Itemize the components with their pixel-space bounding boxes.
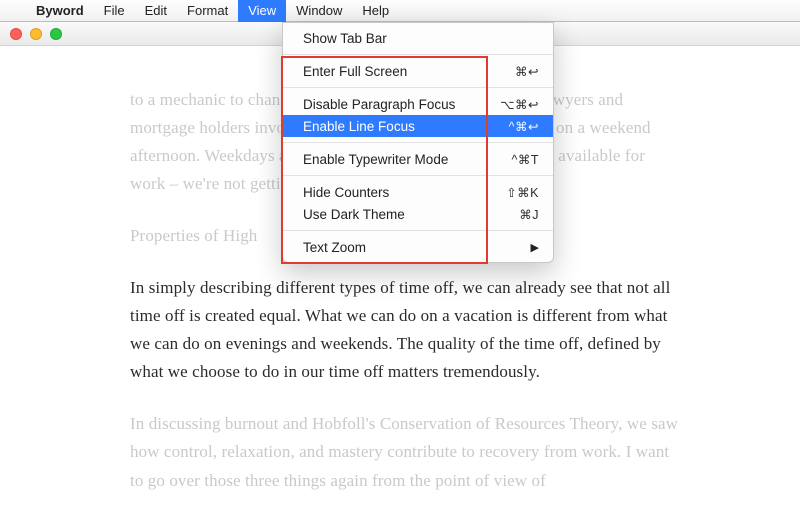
document-paragraph-4: In discussing burnout and Hobfoll's Cons… [130,410,680,494]
menubar-item-window[interactable]: Window [286,0,352,22]
menu-item-shortcut: ⌘↩ [515,64,539,79]
menu-separator [283,175,553,176]
menubar-item-help[interactable]: Help [352,0,399,22]
menubar-item-edit[interactable]: Edit [135,0,177,22]
menu-item-hide-counters[interactable]: Hide Counters ⇧⌘K [283,181,553,203]
menu-item-label: Use Dark Theme [303,207,519,222]
window-close-button[interactable] [10,28,22,40]
window-zoom-button[interactable] [50,28,62,40]
menu-item-label: Enter Full Screen [303,64,515,79]
menubar-item-format[interactable]: Format [177,0,238,22]
menu-item-shortcut: ⇧⌘K [506,185,539,200]
menu-item-label: Show Tab Bar [303,31,539,46]
menubar: Byword File Edit Format View Window Help [0,0,800,22]
menu-item-text-zoom[interactable]: Text Zoom ▶ [283,236,553,258]
menu-item-enable-typewriter-mode[interactable]: Enable Typewriter Mode ^⌘T [283,148,553,170]
submenu-arrow-icon: ▶ [531,241,539,254]
window-minimize-button[interactable] [30,28,42,40]
menu-item-label: Disable Paragraph Focus [303,97,500,112]
menubar-item-file[interactable]: File [94,0,135,22]
menu-separator [283,54,553,55]
menu-item-use-dark-theme[interactable]: Use Dark Theme ⌘J [283,203,553,225]
menu-item-label: Enable Line Focus [303,119,509,134]
menubar-item-byword[interactable]: Byword [26,0,94,22]
menu-item-label: Hide Counters [303,185,506,200]
menu-item-enter-full-screen[interactable]: Enter Full Screen ⌘↩ [283,60,553,82]
menubar-item-view[interactable]: View [238,0,286,22]
menu-separator [283,230,553,231]
menu-item-shortcut: ^⌘↩ [509,119,539,134]
menu-item-label: Text Zoom [303,240,531,255]
document-paragraph-3: In simply describing different types of … [130,274,680,386]
menu-item-shortcut: ⌥⌘↩ [500,97,539,112]
menu-separator [283,87,553,88]
menu-item-shortcut: ^⌘T [511,152,539,167]
menu-item-enable-line-focus[interactable]: Enable Line Focus ^⌘↩ [283,115,553,137]
menu-item-show-tab-bar[interactable]: Show Tab Bar [283,27,553,49]
menu-item-shortcut: ⌘J [519,207,539,222]
menu-item-disable-paragraph-focus[interactable]: Disable Paragraph Focus ⌥⌘↩ [283,93,553,115]
view-menu-dropdown: Show Tab Bar Enter Full Screen ⌘↩ Disabl… [282,22,554,263]
menu-separator [283,142,553,143]
menu-item-label: Enable Typewriter Mode [303,152,511,167]
